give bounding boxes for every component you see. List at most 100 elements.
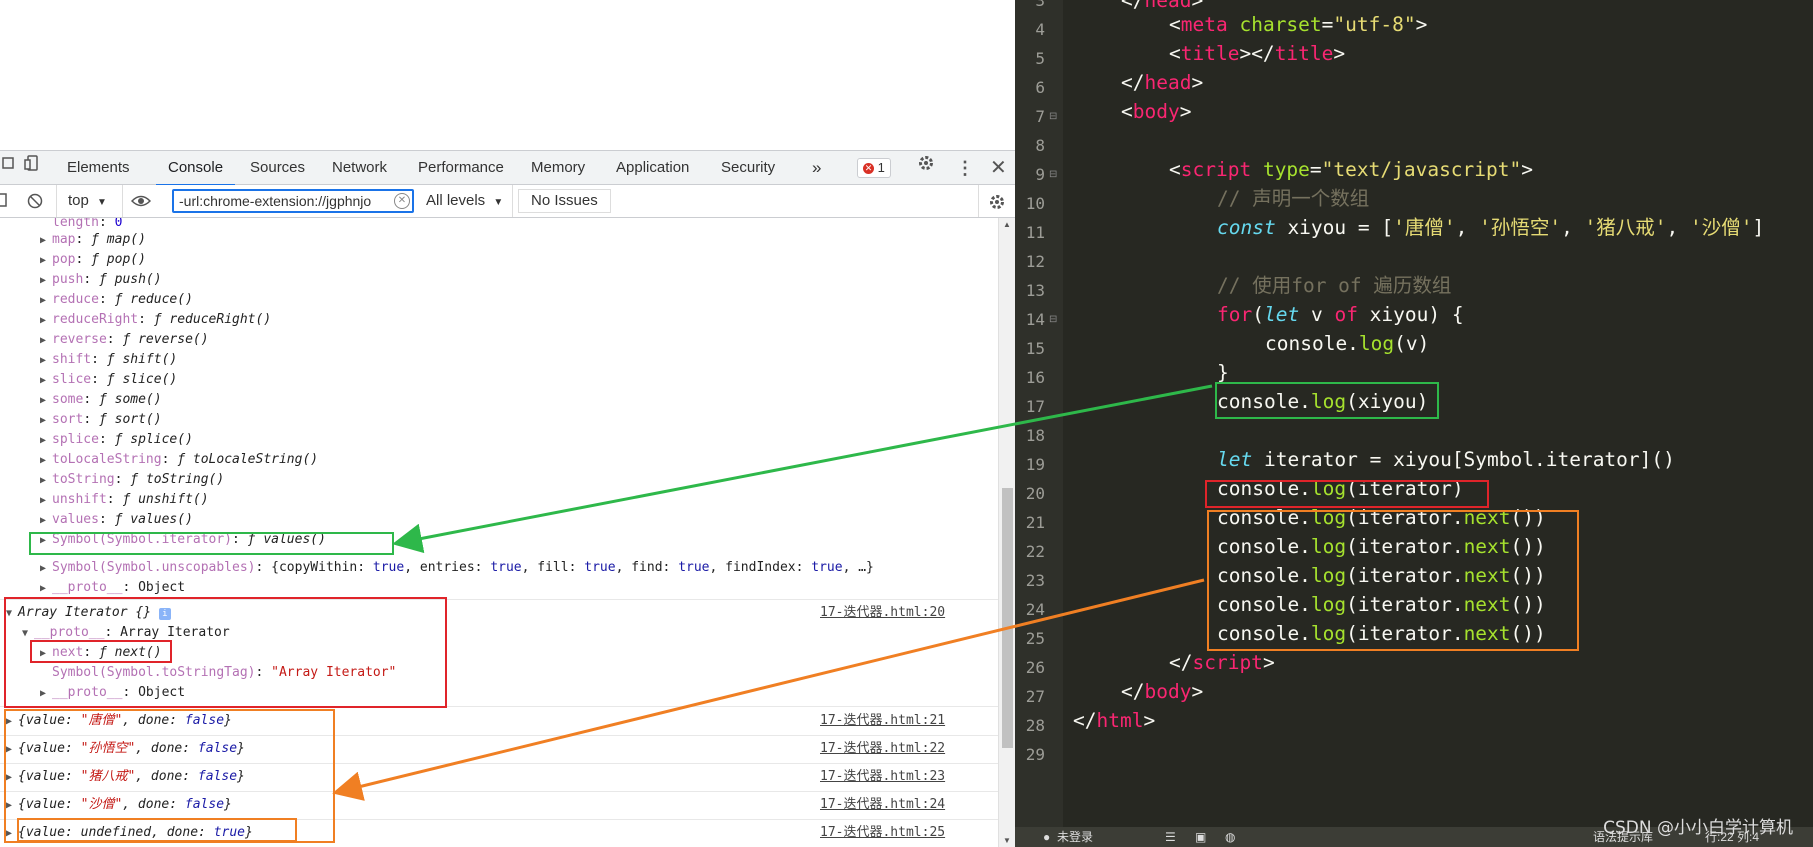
prop-method[interactable]: ▶ reverse: ƒ reverse()	[40, 331, 209, 348]
tab-elements[interactable]: Elements	[67, 151, 130, 185]
code-line-13: // 使用for of 遍历数组	[1217, 274, 1452, 297]
console-settings-gear-icon[interactable]	[988, 193, 1006, 215]
source-link[interactable]: 17-迭代器.html:23	[820, 768, 945, 785]
settings-gear-icon[interactable]	[917, 151, 935, 185]
scroll-down-icon[interactable]: ▼	[1003, 836, 1011, 845]
prop-method[interactable]: ▶ shift: ƒ shift()	[40, 351, 177, 368]
prop-method[interactable]: ▶ map: ƒ map()	[40, 231, 146, 248]
tab-performance[interactable]: Performance	[418, 151, 504, 185]
live-expression-eye-icon[interactable]	[130, 193, 152, 213]
prop-length: length: 0	[52, 218, 123, 230]
list-icon[interactable]: ☰	[1165, 827, 1176, 847]
prop-method[interactable]: ▶ some: ƒ some()	[40, 391, 162, 408]
line-gutter: 3 4 5 6 7 ⊟ 8 9 ⊟ 10 11 12 13 14 ⊟ 15 16 17 18 19 20 21 22 23 24…	[1015, 0, 1063, 827]
code-line-24: console.log(iterator.next())	[1217, 593, 1546, 616]
prop-unscopables[interactable]: ▶ Symbol(Symbol.unscopables): {copyWithin…	[40, 559, 874, 576]
console-scrollbar[interactable]: ▲ ▼	[998, 218, 1015, 847]
fold-toggle-icon[interactable]: ⊟	[1049, 305, 1057, 334]
code-line-15: console.log(v)	[1265, 332, 1430, 355]
fold-toggle-icon[interactable]: ⊟	[1049, 102, 1057, 131]
iterator-header[interactable]: ▼ Array Iterator {} i	[6, 604, 171, 621]
iterator-result[interactable]: ▶ {value: "猪八戒", done: false}	[6, 768, 245, 785]
prop-method[interactable]: ▶ pop: ƒ pop()	[40, 251, 146, 268]
prop-method[interactable]: ▶ push: ƒ push()	[40, 271, 162, 288]
source-link[interactable]: 17-迭代器.html:22	[820, 740, 945, 757]
line-number: 29	[1025, 745, 1045, 764]
error-counter[interactable]: ✕ 1	[857, 158, 891, 178]
iterator-result[interactable]: ▶ {value: "沙僧", done: false}	[6, 796, 232, 813]
palette-icon[interactable]: ◍	[1225, 827, 1235, 847]
source-link[interactable]: 17-迭代器.html:21	[820, 712, 945, 729]
source-link[interactable]: 17-迭代器.html:24	[820, 796, 945, 813]
watermark: CSDN @小小白学计算机	[1603, 818, 1793, 838]
prop-proto[interactable]: ▶ __proto__: Object	[40, 684, 185, 701]
line-number: 17	[1025, 397, 1045, 416]
tab-network[interactable]: Network	[332, 151, 387, 185]
prop-method[interactable]: ▶ reduce: ƒ reduce()	[40, 291, 193, 308]
code-line-22: console.log(iterator.next())	[1217, 535, 1546, 558]
filter-input[interactable]: -url:chrome-extension://jgphnjo ✕	[172, 189, 414, 213]
line-number: 9	[1035, 165, 1045, 184]
console-output: length: 0 ▶ map: ƒ map() ▶ pop: ƒ pop() ▶ pus…	[0, 218, 998, 847]
prop-next[interactable]: ▶ next: ƒ next()	[40, 644, 162, 661]
devtools-tabbar: Elements Console Sources Network Perform…	[0, 150, 1015, 186]
prop-proto[interactable]: ▶ __proto__: Object	[40, 579, 185, 596]
prop-method[interactable]: ▶ toString: ƒ toString()	[40, 471, 224, 488]
devtools-panel: Elements Console Sources Network Perform…	[0, 0, 1015, 847]
code-line-16: }	[1217, 361, 1229, 384]
prop-method[interactable]: ▶ reduceRight: ƒ reduceRight()	[40, 311, 271, 328]
console-toolbar: top ▼ -url:chrome-extension://jgphnjo ✕ …	[0, 185, 1015, 218]
kebab-menu-icon[interactable]: ⋮	[956, 151, 974, 185]
iterator-result[interactable]: ▶ {value: "孙悟空", done: false}	[6, 740, 245, 757]
line-number: 15	[1025, 339, 1045, 358]
source-link[interactable]: 17-迭代器.html:20	[820, 604, 945, 621]
line-number: 8	[1035, 136, 1045, 155]
iterator-proto[interactable]: ▼ __proto__: Array Iterator	[22, 624, 230, 641]
device-toolbar-icon[interactable]	[24, 151, 40, 185]
tab-console[interactable]: Console	[155, 151, 236, 186]
code-line-17: console.log(xiyou)	[1217, 390, 1429, 413]
prop-method[interactable]: ▶ slice: ƒ slice()	[40, 371, 177, 388]
fold-toggle-icon[interactable]: ⊟	[1049, 160, 1057, 189]
tab-security[interactable]: Security	[721, 151, 775, 185]
close-icon[interactable]: ✕	[990, 151, 1007, 185]
log-levels-dropdown[interactable]: All levels ▼	[426, 192, 503, 209]
code-line-11: const xiyou = ['唐僧', '孙悟空', '猪八戒', '沙僧']	[1217, 216, 1765, 239]
iterator-result[interactable]: ▶ {value: "唐僧", done: false}	[6, 712, 232, 729]
inspect-element-icon[interactable]	[2, 151, 16, 185]
login-status[interactable]: 未登录	[1057, 827, 1093, 847]
prop-tostringtag: Symbol(Symbol.toStringTag): "Array Itera…	[52, 665, 397, 680]
line-number: 14	[1025, 310, 1045, 329]
user-icon: ●	[1043, 830, 1051, 844]
prop-method[interactable]: ▶ splice: ƒ splice()	[40, 431, 193, 448]
context-selector[interactable]: top ▼	[68, 192, 107, 209]
code-line-6: </head>	[1121, 71, 1204, 94]
tab-application[interactable]: Application	[616, 151, 689, 185]
terminal-icon[interactable]: ▣	[1195, 827, 1206, 847]
scroll-thumb[interactable]	[1002, 488, 1013, 748]
more-tabs-button[interactable]: »	[812, 151, 821, 185]
prop-method[interactable]: ▶ Symbol(Symbol.iterator): ƒ values()	[40, 531, 326, 548]
line-number: 22	[1025, 542, 1045, 561]
iterator-result[interactable]: ▶ {value: undefined, done: true}	[6, 824, 253, 841]
issues-button[interactable]: No Issues	[518, 189, 611, 213]
source-link[interactable]: 17-迭代器.html:25	[820, 824, 945, 841]
prop-method[interactable]: ▶ values: ƒ values()	[40, 511, 193, 528]
clear-console-icon[interactable]	[27, 193, 43, 213]
prop-method[interactable]: ▶ toLocaleString: ƒ toLocaleString()	[40, 451, 318, 468]
sidebar-toggle-icon[interactable]	[0, 192, 8, 212]
clear-filter-icon[interactable]: ✕	[394, 193, 410, 209]
log-levels-label: All levels	[426, 192, 486, 209]
line-number: 27	[1025, 687, 1045, 706]
code-line-28: </html>	[1073, 709, 1156, 732]
code-line-26: </script>	[1169, 651, 1275, 674]
tab-sources[interactable]: Sources	[250, 151, 305, 185]
scroll-up-icon[interactable]: ▲	[1003, 220, 1011, 229]
code-line-25: console.log(iterator.next())	[1217, 622, 1546, 645]
prop-method[interactable]: ▶ sort: ƒ sort()	[40, 411, 162, 428]
prop-method[interactable]: ▶ unshift: ƒ unshift()	[40, 491, 209, 508]
code-line-9: <script type="text/javascript">	[1169, 158, 1534, 181]
tab-memory[interactable]: Memory	[531, 151, 585, 185]
context-label: top	[68, 192, 89, 209]
line-number: 26	[1025, 658, 1045, 677]
